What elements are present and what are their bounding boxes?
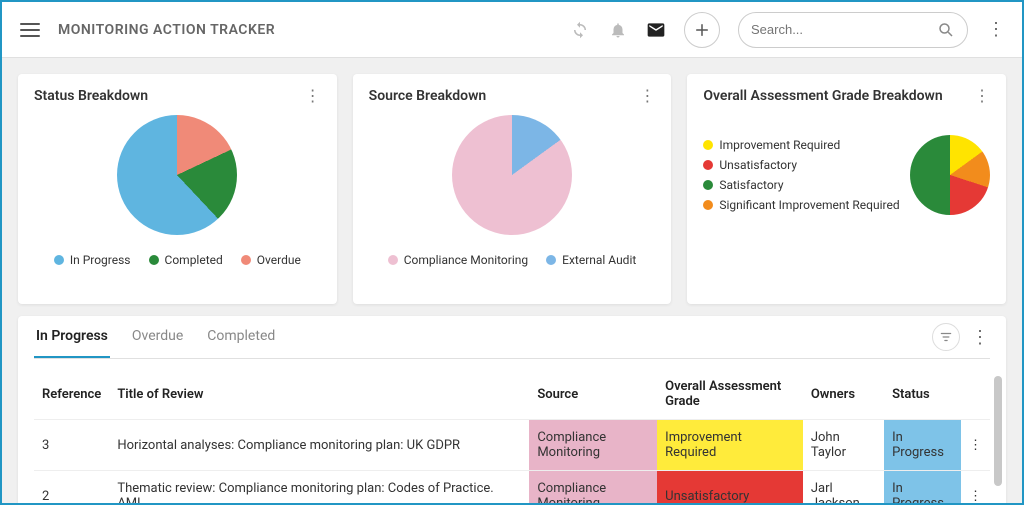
legend-item: Satisfactory <box>703 178 910 192</box>
legend-item: Improvement Required <box>703 138 910 152</box>
tabs-bar: In Progress Overdue Completed ⋮ <box>34 316 990 359</box>
table-more-icon[interactable]: ⋮ <box>970 327 990 348</box>
more-icon[interactable]: ⋮ <box>986 19 1006 40</box>
card-menu-icon[interactable]: ⋮ <box>305 86 321 105</box>
legend-item: Unsatisfactory <box>703 158 910 172</box>
legend-item: Compliance Monitoring <box>388 253 528 267</box>
card-title: Overall Assessment Grade Breakdown <box>703 88 942 104</box>
col-title[interactable]: Title of Review <box>109 369 529 420</box>
legend-item: Overdue <box>241 253 301 267</box>
search-field[interactable] <box>738 12 968 48</box>
source-breakdown-card: Source Breakdown ⋮ Compliance Monitoring… <box>353 74 672 304</box>
legend-item: Significant Improvement Required <box>703 198 910 212</box>
source-pie-chart <box>452 115 572 235</box>
legend-item: In Progress <box>54 253 131 267</box>
filter-icon[interactable] <box>932 323 960 351</box>
topbar: MONITORING ACTION TRACKER ⋮ <box>2 2 1022 58</box>
col-source[interactable]: Source <box>529 369 657 420</box>
topbar-actions: ⋮ <box>570 12 1006 48</box>
cell-grade: Unsatisfactory <box>657 471 803 504</box>
table-header-row: Reference Title of Review Source Overall… <box>34 369 990 420</box>
cell-title: Horizontal analyses: Compliance monitori… <box>109 420 529 471</box>
status-pie-chart <box>117 115 237 235</box>
cell-source: Compliance Monitoring <box>529 471 657 504</box>
tab-completed[interactable]: Completed <box>205 316 277 358</box>
legend-item: External Audit <box>546 253 636 267</box>
col-owners[interactable]: Owners <box>803 369 884 420</box>
search-icon <box>937 21 955 39</box>
card-menu-icon[interactable]: ⋮ <box>639 86 655 105</box>
table-row[interactable]: 3Horizontal analyses: Compliance monitor… <box>34 420 990 471</box>
cell-grade: Improvement Required <box>657 420 803 471</box>
card-title: Status Breakdown <box>34 88 148 104</box>
search-input[interactable] <box>751 22 937 37</box>
tab-overdue[interactable]: Overdue <box>130 316 185 358</box>
grade-breakdown-card: Overall Assessment Grade Breakdown ⋮ Imp… <box>687 74 1006 304</box>
legend-item: Completed <box>149 253 223 267</box>
mail-icon[interactable] <box>646 20 666 40</box>
cell-status: In Progress <box>884 420 961 471</box>
tab-in-progress[interactable]: In Progress <box>34 316 110 358</box>
card-menu-icon[interactable]: ⋮ <box>974 86 990 105</box>
menu-icon[interactable] <box>18 18 42 42</box>
cell-source: Compliance Monitoring <box>529 420 657 471</box>
col-grade[interactable]: Overall Assessment Grade <box>657 369 803 420</box>
row-more-icon[interactable]: ⋮ <box>961 471 990 504</box>
cell-owner: Jarl Jackson <box>803 471 884 504</box>
scrollbar[interactable] <box>994 376 1002 486</box>
cell-reference: 2 <box>34 471 109 504</box>
tabs-panel: In Progress Overdue Completed ⋮ Referenc… <box>18 316 1006 503</box>
cell-owner: John Taylor <box>803 420 884 471</box>
bell-icon[interactable] <box>608 20 628 40</box>
source-legend: Compliance Monitoring External Audit <box>369 253 656 267</box>
reviews-table: Reference Title of Review Source Overall… <box>34 369 990 503</box>
app-title: MONITORING ACTION TRACKER <box>58 22 275 38</box>
status-breakdown-card: Status Breakdown ⋮ In Progress Completed… <box>18 74 337 304</box>
add-button[interactable] <box>684 12 720 48</box>
row-more-icon[interactable]: ⋮ <box>961 420 990 471</box>
col-reference[interactable]: Reference <box>34 369 109 420</box>
content-area: Status Breakdown ⋮ In Progress Completed… <box>2 58 1022 503</box>
grade-pie-chart <box>910 135 990 215</box>
card-title: Source Breakdown <box>369 88 487 104</box>
cell-title: Thematic review: Compliance monitoring p… <box>109 471 529 504</box>
col-status[interactable]: Status <box>884 369 961 420</box>
grade-legend: Improvement Required Unsatisfactory Sati… <box>703 138 910 212</box>
cell-reference: 3 <box>34 420 109 471</box>
table-row[interactable]: 2Thematic review: Compliance monitoring … <box>34 471 990 504</box>
status-legend: In Progress Completed Overdue <box>34 253 321 267</box>
cards-row: Status Breakdown ⋮ In Progress Completed… <box>18 74 1006 304</box>
sync-icon[interactable] <box>570 20 590 40</box>
cell-status: In Progress <box>884 471 961 504</box>
